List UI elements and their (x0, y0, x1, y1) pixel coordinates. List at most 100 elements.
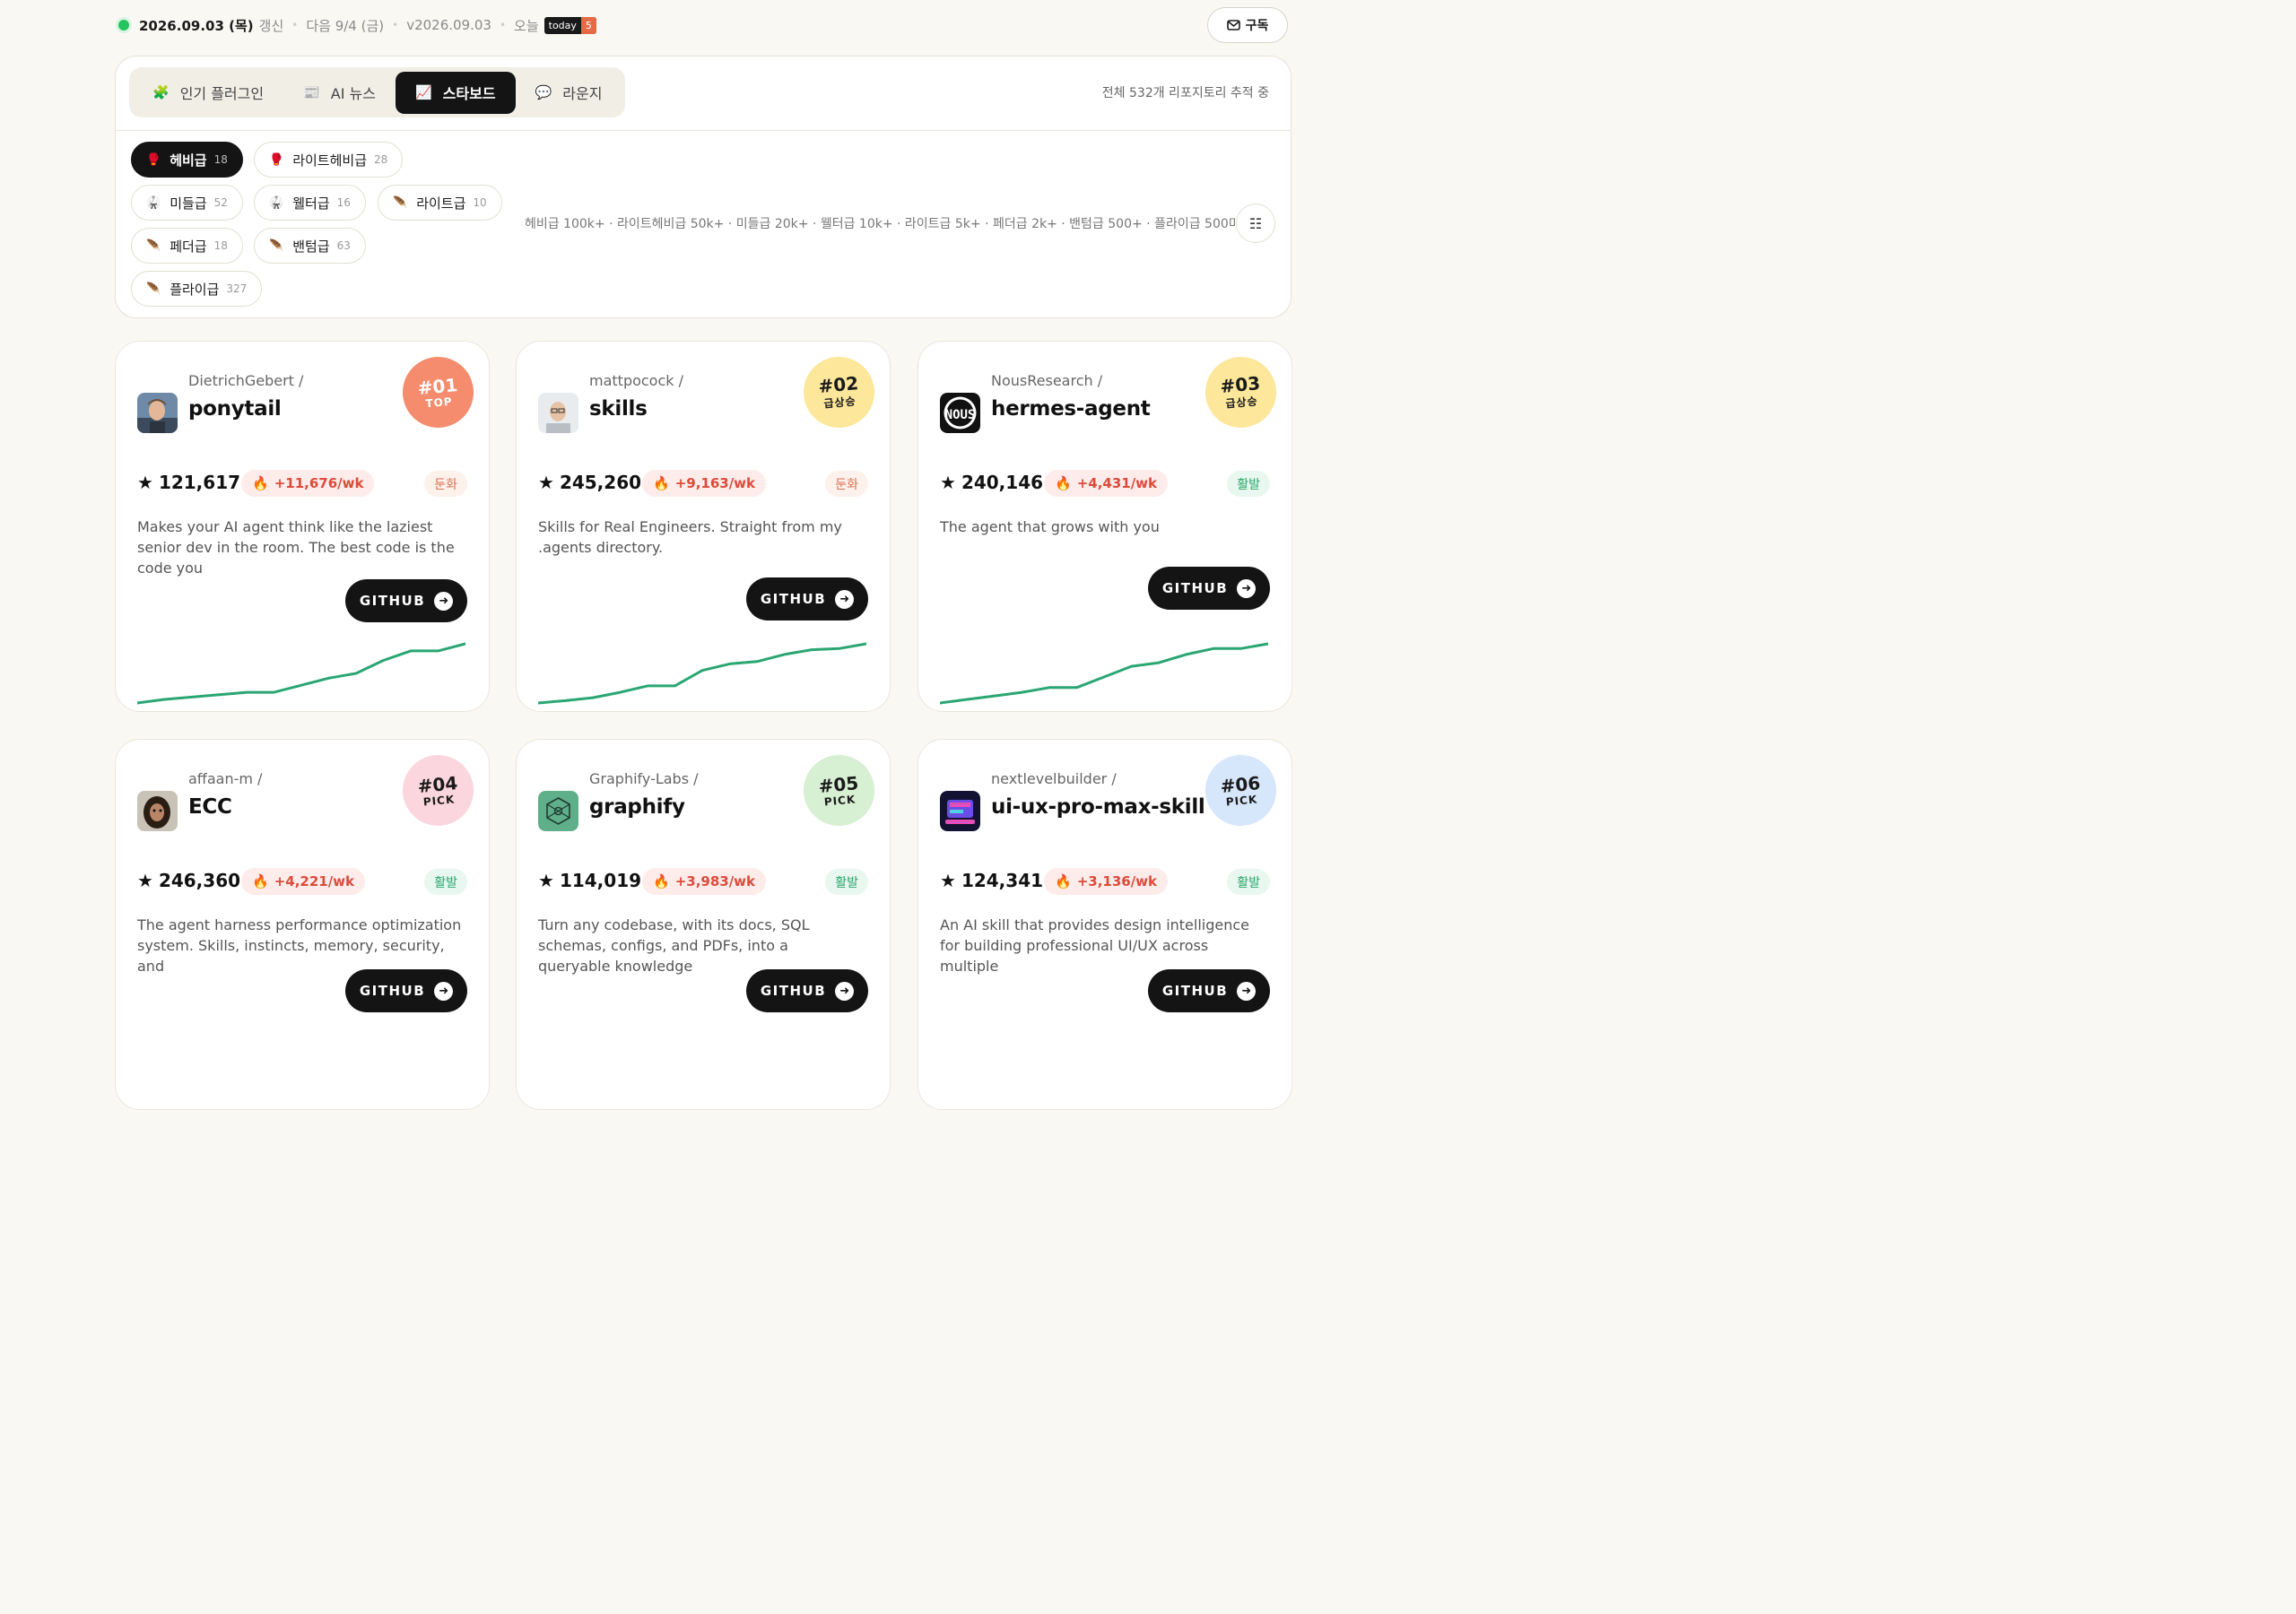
star-count: ★ 114,019 (538, 870, 641, 891)
star-count: ★ 124,341 (940, 870, 1043, 891)
repo-card[interactable]: NOUS NousResearch / hermes-agent #03 급상승 ★ 240… (918, 341, 1292, 712)
filter-panel: 🧩 인기 플러그인 📰 AI 뉴스 📈 스타보드 💬 라운지 전체 532개 리포지토리 추적… (115, 56, 1292, 318)
star-count: ★ 245,260 (538, 472, 641, 493)
rank-badge: #04 PICK (399, 751, 477, 829)
today-badge-count: 5 (580, 16, 596, 34)
tab-icon: 📰 (303, 84, 320, 100)
repo-owner[interactable]: nextlevelbuilder / (991, 770, 1117, 787)
repo-description: Makes your AI agent think like the lazie… (137, 518, 455, 577)
repo-owner[interactable]: affaan-m / (188, 770, 262, 787)
weekly-growth-badge: 🔥 +9,163/wk (642, 470, 767, 497)
chip-label: 플라이급 (170, 281, 220, 298)
subscribe-button[interactable]: 구독 (1207, 7, 1288, 43)
repo-name[interactable]: graphify (589, 795, 685, 819)
repo-description: Skills for Real Engineers. Straight from… (538, 518, 842, 556)
fire-icon: 🔥 (653, 475, 670, 491)
chip-label: 라이트헤비급 (292, 152, 367, 169)
rank-badge: #01 TOP (399, 353, 477, 431)
repo-description: The agent harness performance optimizati… (137, 916, 462, 975)
weight-chip-4[interactable]: 🪶 라이트급 10 (378, 185, 502, 221)
rank-badge: #03 급상승 (1202, 353, 1280, 431)
mail-icon (1226, 20, 1240, 30)
weight-chip-2[interactable]: 🥋 미들급 52 (131, 185, 243, 221)
tab-3[interactable]: 💬 라운지 (516, 72, 622, 114)
subscribe-label: 구독 (1245, 19, 1269, 33)
tab-2[interactable]: 📈 스타보드 (395, 71, 516, 114)
repo-owner[interactable]: NousResearch / (991, 372, 1102, 389)
repo-name[interactable]: skills (589, 397, 648, 421)
weekly-growth-badge: 🔥 +4,221/wk (241, 868, 366, 895)
status-bar: 2026.09.03 (목) 갱신 • 다음 9/4 (금) • v2026.0… (115, 7, 1288, 43)
repo-description: The agent that grows with you (940, 518, 1160, 535)
next-update: 다음 9/4 (금) (306, 17, 385, 34)
separator-dot: • (392, 19, 399, 31)
weekly-growth-value: +9,163/wk (674, 475, 756, 491)
repo-card[interactable]: affaan-m / ECC #04 PICK ★ 246,360 🔥 +4,221/wk 활발… (115, 739, 490, 1110)
repo-name[interactable]: ponytail (188, 397, 282, 421)
main-tabs: 🧩 인기 플러그인 📰 AI 뉴스 📈 스타보드 💬 라운지 (129, 67, 626, 117)
repo-avatar (538, 791, 578, 831)
repo-card[interactable]: mattpocock / skills #02 급상승 ★ 245,260 🔥 +9,163/… (516, 341, 891, 712)
chip-label: 라이트급 (416, 195, 466, 212)
github-button[interactable]: GITHUB ➜ (345, 969, 467, 1012)
star-trend-sparkline (940, 642, 1268, 705)
weight-chip-3[interactable]: 🥋 웰터급 16 (254, 185, 366, 221)
chip-count: 63 (336, 239, 351, 252)
star-count: ★ 121,617 (137, 472, 240, 493)
repo-card[interactable]: nextlevelbuilder / ui-ux-pro-max-skill #06… (918, 739, 1292, 1110)
trend-badge: 활발 (1227, 471, 1270, 497)
star-count: ★ 240,146 (940, 472, 1043, 493)
star-icon: ★ (538, 472, 554, 493)
tab-1[interactable]: 📰 AI 뉴스 (283, 72, 396, 114)
tab-icon: 💬 (535, 84, 552, 100)
tab-0[interactable]: 🧩 인기 플러그인 (133, 72, 283, 114)
chip-label: 페더급 (170, 238, 207, 255)
updated-label: 갱신 (258, 17, 284, 34)
weekly-growth-badge: 🔥 +3,136/wk (1044, 868, 1169, 895)
repo-owner[interactable]: Graphify-Labs / (589, 770, 699, 787)
arrow-right-icon: ➜ (434, 981, 454, 1001)
arrow-right-icon: ➜ (835, 589, 855, 609)
github-button[interactable]: GITHUB ➜ (1148, 567, 1270, 610)
github-button[interactable]: GITHUB ➜ (746, 577, 868, 620)
fire-icon: 🔥 (1055, 475, 1072, 491)
repo-name[interactable]: ui-ux-pro-max-skill (991, 795, 1205, 819)
weight-class-icon: 🪶 (146, 239, 161, 253)
repo-card[interactable]: Graphify-Labs / graphify #05 PICK ★ 114,019 🔥 +… (516, 739, 891, 1110)
weight-chip-5[interactable]: 🪶 페더급 18 (131, 228, 243, 264)
tracking-count: 전체 532개 리포지토리 추적 중 (1101, 86, 1269, 100)
view-toggle-button[interactable]: ☷ (1236, 204, 1275, 243)
rank-tag: PICK (1225, 792, 1258, 808)
repo-avatar (538, 393, 578, 433)
rank-tag: PICK (422, 792, 456, 808)
star-value: 124,341 (961, 870, 1044, 891)
svg-text:NOUS: NOUS (945, 408, 976, 422)
github-button[interactable]: GITHUB ➜ (1148, 969, 1270, 1012)
trend-badge: 활발 (825, 869, 868, 895)
weight-chip-7[interactable]: 🪶 플라이급 327 (131, 271, 263, 307)
weight-class-icon: 🪶 (146, 282, 161, 296)
rank-number: #01 (416, 373, 459, 399)
repo-name[interactable]: hermes-agent (991, 397, 1151, 421)
fire-icon: 🔥 (653, 873, 670, 889)
github-button[interactable]: GITHUB ➜ (746, 969, 868, 1012)
chip-label: 헤비급 (170, 152, 207, 169)
star-value: 240,146 (961, 472, 1044, 493)
weight-chip-1[interactable]: 🥊 라이트헤비급 28 (254, 142, 404, 178)
github-button[interactable]: GITHUB ➜ (345, 579, 467, 622)
repo-avatar (137, 791, 178, 831)
today-badge[interactable]: today 5 (544, 16, 596, 34)
repo-owner[interactable]: mattpocock / (589, 372, 683, 389)
repo-name[interactable]: ECC (188, 795, 232, 819)
weight-chip-0[interactable]: 🥊 헤비급 18 (131, 142, 243, 178)
chip-label: 밴텀급 (292, 238, 330, 255)
rank-tag: 급상승 (1224, 395, 1259, 411)
chip-count: 52 (213, 196, 228, 209)
github-label: GITHUB (1161, 580, 1229, 596)
today-badge-label: today (548, 19, 577, 31)
current-date: 2026.09.03 (목) (139, 17, 254, 34)
weight-chip-6[interactable]: 🪶 밴텀급 63 (254, 228, 366, 264)
rank-tag: TOP (424, 395, 454, 410)
repo-owner[interactable]: DietrichGebert / (188, 372, 303, 389)
repo-card[interactable]: DietrichGebert / ponytail #01 TOP ★ 121,617 🔥 +… (115, 341, 490, 712)
